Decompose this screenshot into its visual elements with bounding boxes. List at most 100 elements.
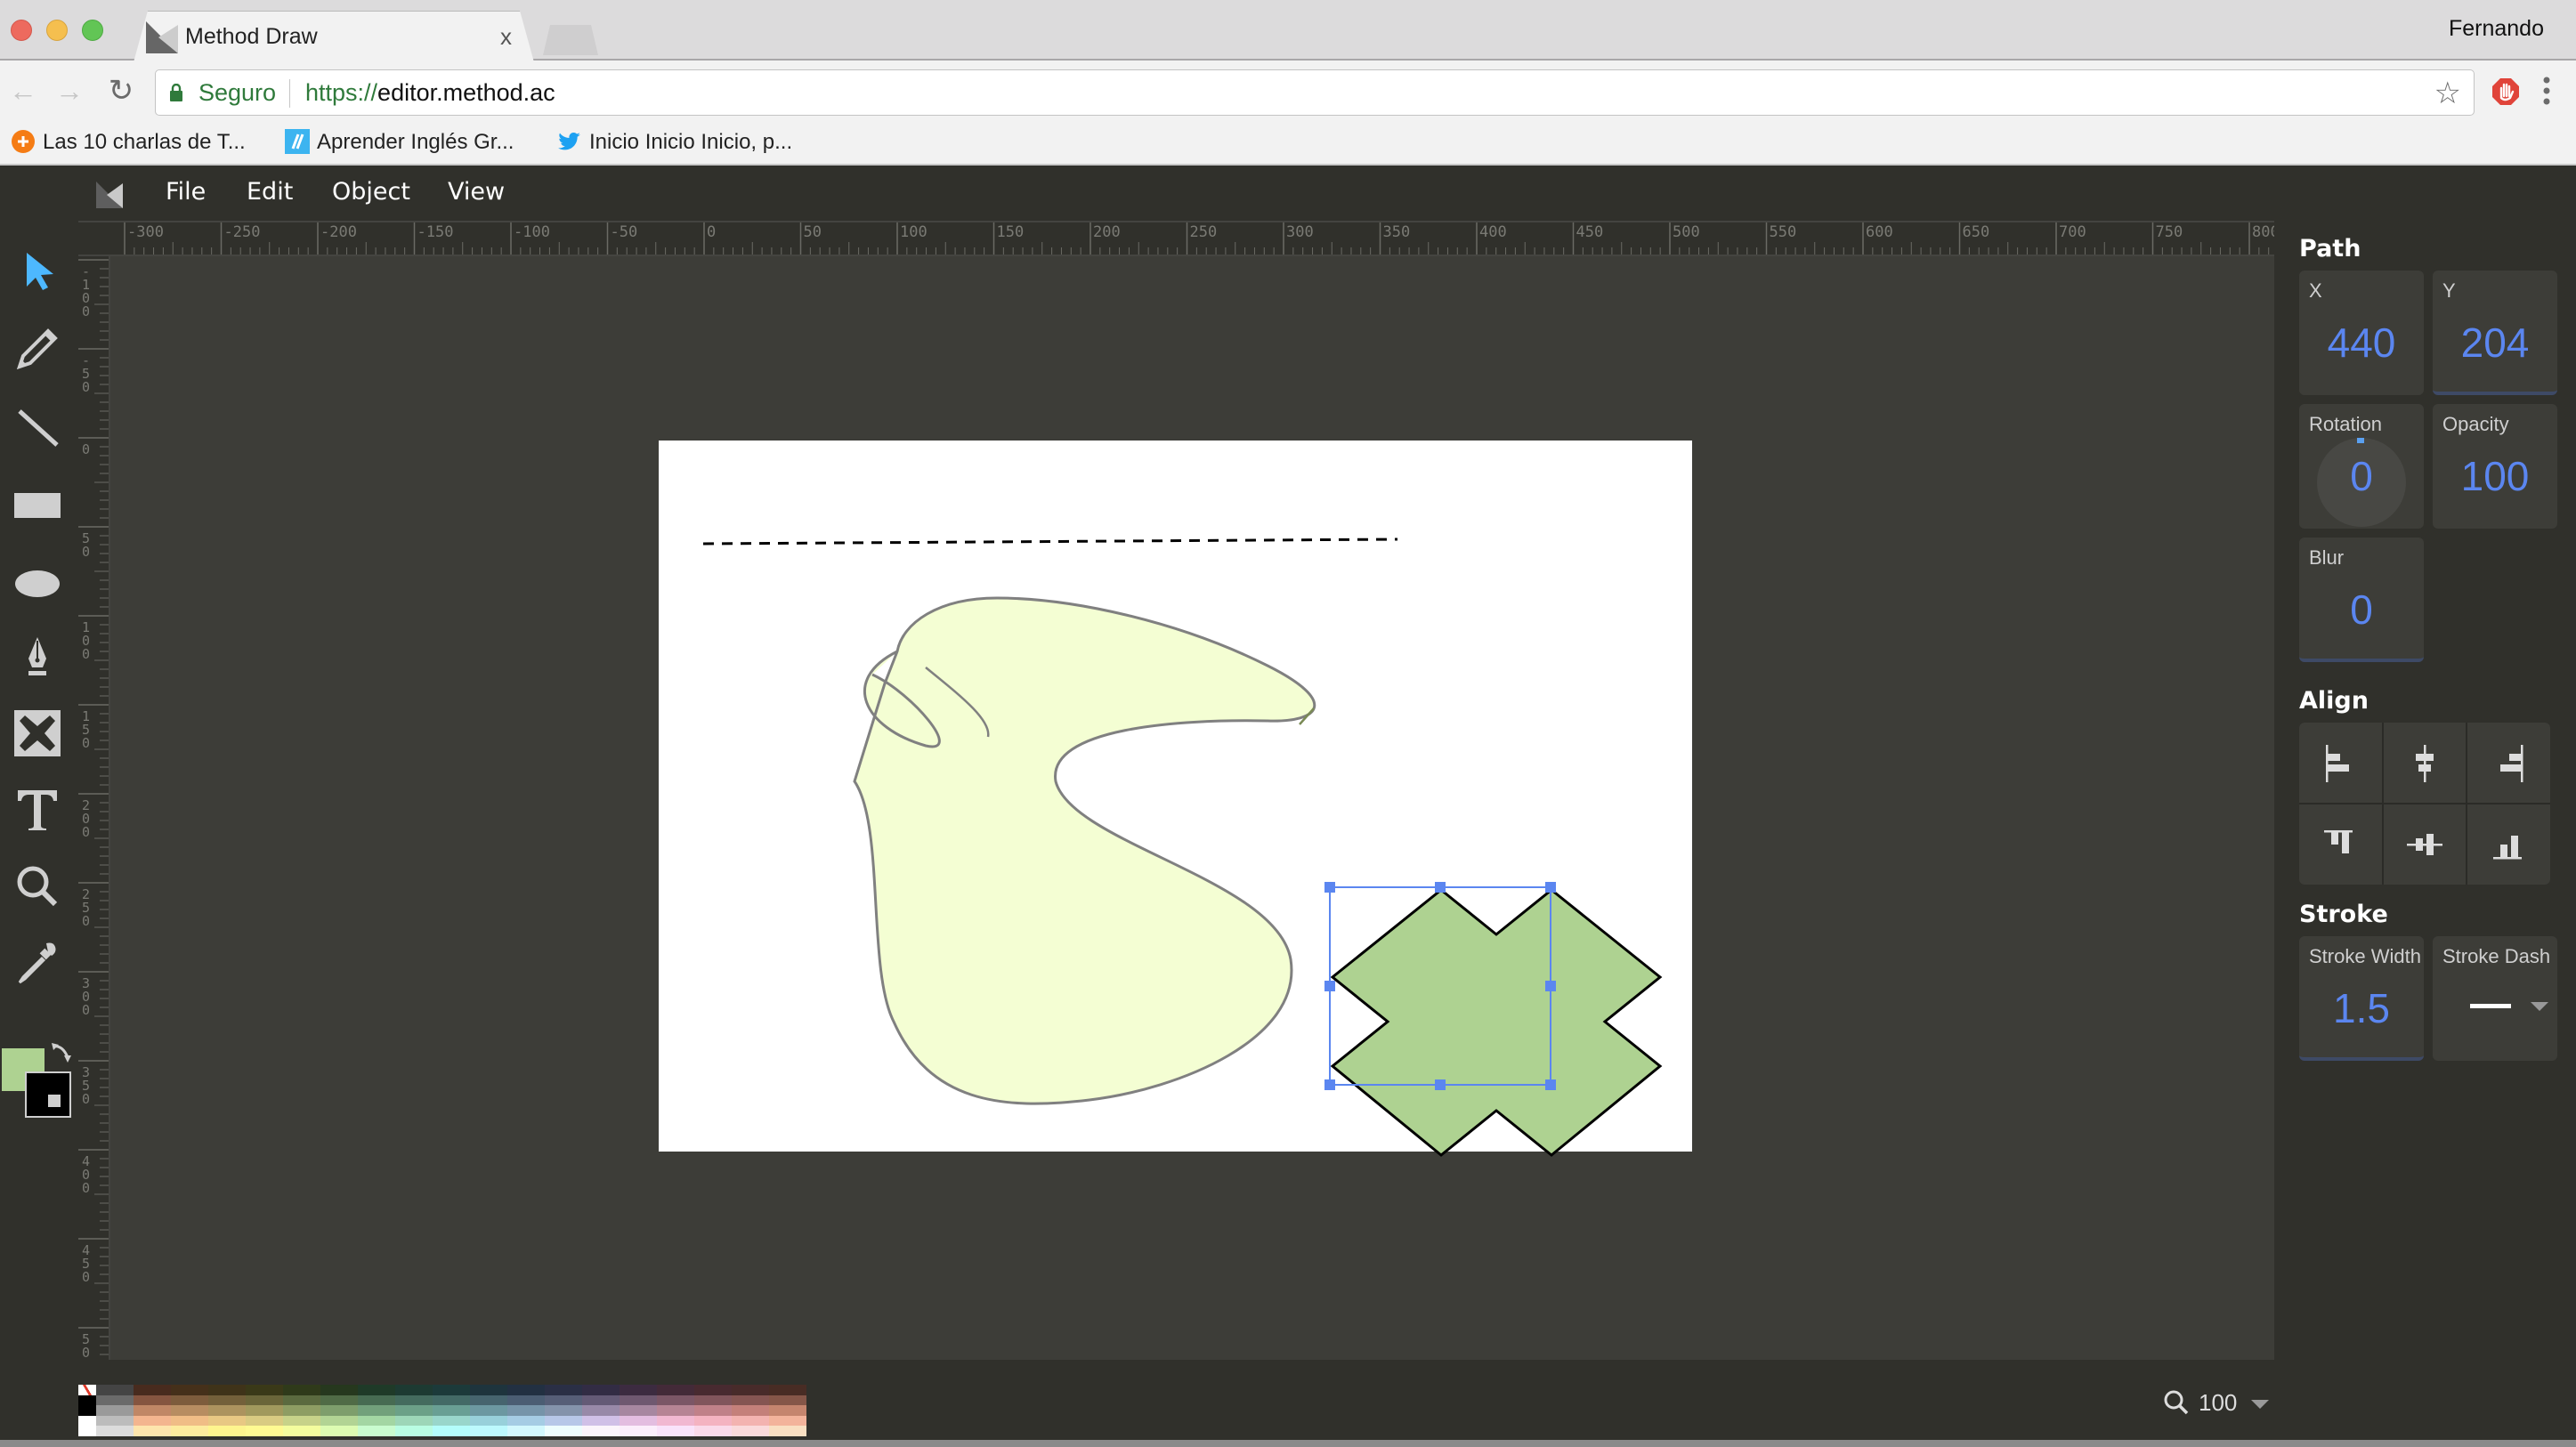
gray-swatch[interactable]: [96, 1405, 134, 1416]
color-swatch[interactable]: [620, 1385, 657, 1395]
color-swatch[interactable]: [433, 1426, 470, 1436]
swap-colors-icon[interactable]: [50, 1041, 73, 1064]
color-swatch[interactable]: [657, 1405, 694, 1416]
shape-library-tool[interactable]: [11, 707, 64, 760]
color-swatch[interactable]: [171, 1415, 208, 1427]
menu-edit[interactable]: Edit: [247, 178, 293, 206]
color-swatch[interactable]: [507, 1426, 545, 1436]
resize-handle[interactable]: [1324, 981, 1335, 991]
eyedropper-tool[interactable]: [11, 936, 64, 990]
align-center-button[interactable]: [2383, 723, 2467, 803]
color-swatch[interactable]: [208, 1426, 246, 1436]
black-swatch[interactable]: [78, 1405, 96, 1416]
color-swatch[interactable]: [433, 1405, 470, 1416]
profile-name[interactable]: Fernando: [2449, 16, 2544, 42]
color-swatch[interactable]: [171, 1394, 208, 1406]
pencil-tool[interactable]: [11, 322, 64, 376]
rotation-field[interactable]: Rotation 0: [2299, 404, 2424, 529]
color-swatch[interactable]: [246, 1405, 283, 1416]
color-swatch[interactable]: [395, 1394, 433, 1406]
color-swatch[interactable]: [395, 1385, 433, 1395]
gray-swatch[interactable]: [96, 1426, 134, 1436]
color-swatch[interactable]: [470, 1394, 507, 1406]
gray-swatch[interactable]: [96, 1385, 134, 1395]
menu-object[interactable]: Object: [332, 178, 410, 206]
color-swatch[interactable]: [358, 1426, 395, 1436]
color-swatch[interactable]: [433, 1385, 470, 1395]
method-draw-logo-icon[interactable]: [96, 182, 123, 208]
window-minimize-button[interactable]: [46, 20, 68, 41]
color-swatch[interactable]: [470, 1415, 507, 1427]
gray-swatch[interactable]: [96, 1415, 134, 1427]
color-swatch[interactable]: [694, 1385, 732, 1395]
align-bottom-button[interactable]: [2467, 804, 2550, 885]
color-swatch[interactable]: [545, 1405, 582, 1416]
color-swatch[interactable]: [582, 1385, 620, 1395]
color-swatch[interactable]: [246, 1426, 283, 1436]
resize-handle[interactable]: [1545, 1079, 1556, 1090]
color-swatch[interactable]: [545, 1426, 582, 1436]
color-swatch[interactable]: [657, 1385, 694, 1395]
stroke-color-swatch[interactable]: [25, 1071, 71, 1118]
align-middle-button[interactable]: [2383, 804, 2467, 885]
zoom-dropdown-caret-icon[interactable]: [2251, 1400, 2270, 1409]
window-close-button[interactable]: [11, 20, 32, 41]
color-swatch[interactable]: [769, 1415, 806, 1427]
color-swatch[interactable]: [395, 1405, 433, 1416]
x-value[interactable]: 440: [2299, 319, 2424, 367]
color-swatch[interactable]: [283, 1415, 320, 1427]
stroke-dash-dropdown-caret-icon[interactable]: [2531, 1002, 2548, 1011]
color-swatch[interactable]: [283, 1405, 320, 1416]
color-swatch[interactable]: [620, 1426, 657, 1436]
y-value[interactable]: 204: [2433, 319, 2557, 367]
line-tool[interactable]: [11, 400, 64, 454]
color-swatch[interactable]: [246, 1385, 283, 1395]
resize-handle[interactable]: [1324, 882, 1335, 893]
canvas[interactable]: [110, 256, 2274, 1360]
color-swatch[interactable]: [171, 1426, 208, 1436]
ellipse-tool[interactable]: [11, 557, 64, 610]
y-field[interactable]: Y 204: [2433, 271, 2557, 395]
color-swatch[interactable]: [134, 1394, 171, 1406]
color-swatch[interactable]: [283, 1385, 320, 1395]
forward-button[interactable]: →: [52, 73, 87, 109]
color-swatch[interactable]: [246, 1415, 283, 1427]
color-swatch[interactable]: [320, 1385, 358, 1395]
resize-handle[interactable]: [1435, 882, 1446, 893]
url-text[interactable]: https://editor.method.ac: [305, 79, 555, 107]
color-swatch[interactable]: [694, 1415, 732, 1427]
color-swatch[interactable]: [657, 1415, 694, 1427]
color-swatch[interactable]: [395, 1426, 433, 1436]
color-swatch[interactable]: [732, 1394, 769, 1406]
color-swatch[interactable]: [283, 1426, 320, 1436]
color-swatch[interactable]: [732, 1415, 769, 1427]
no-fill-swatch[interactable]: [78, 1385, 96, 1395]
resize-handle[interactable]: [1545, 882, 1556, 893]
color-swatch[interactable]: [470, 1385, 507, 1395]
window-maximize-button[interactable]: [82, 20, 103, 41]
color-swatch[interactable]: [358, 1394, 395, 1406]
color-swatch[interactable]: [769, 1385, 806, 1395]
rotation-value[interactable]: 0: [2299, 452, 2424, 500]
canvas-workarea[interactable]: [110, 256, 2274, 1360]
color-swatch[interactable]: [358, 1415, 395, 1427]
color-swatch[interactable]: [732, 1426, 769, 1436]
color-swatch[interactable]: [732, 1385, 769, 1395]
url-bar[interactable]: Seguro https://editor.method.ac ☆: [155, 69, 2475, 116]
white-swatch[interactable]: [78, 1426, 96, 1436]
path-tool[interactable]: [11, 632, 64, 685]
blur-field[interactable]: Blur 0: [2299, 538, 2424, 662]
color-swatch[interactable]: [507, 1415, 545, 1427]
back-button[interactable]: ←: [5, 73, 41, 109]
white-swatch[interactable]: [78, 1415, 96, 1427]
rect-tool[interactable]: [11, 479, 64, 532]
color-swatch[interactable]: [582, 1394, 620, 1406]
color-swatch[interactable]: [694, 1394, 732, 1406]
color-swatch[interactable]: [694, 1405, 732, 1416]
color-swatch[interactable]: [657, 1426, 694, 1436]
color-swatch[interactable]: [320, 1394, 358, 1406]
menu-file[interactable]: File: [166, 178, 206, 206]
resize-handle[interactable]: [1435, 1079, 1446, 1090]
select-tool[interactable]: [11, 244, 64, 297]
color-swatch[interactable]: [208, 1385, 246, 1395]
